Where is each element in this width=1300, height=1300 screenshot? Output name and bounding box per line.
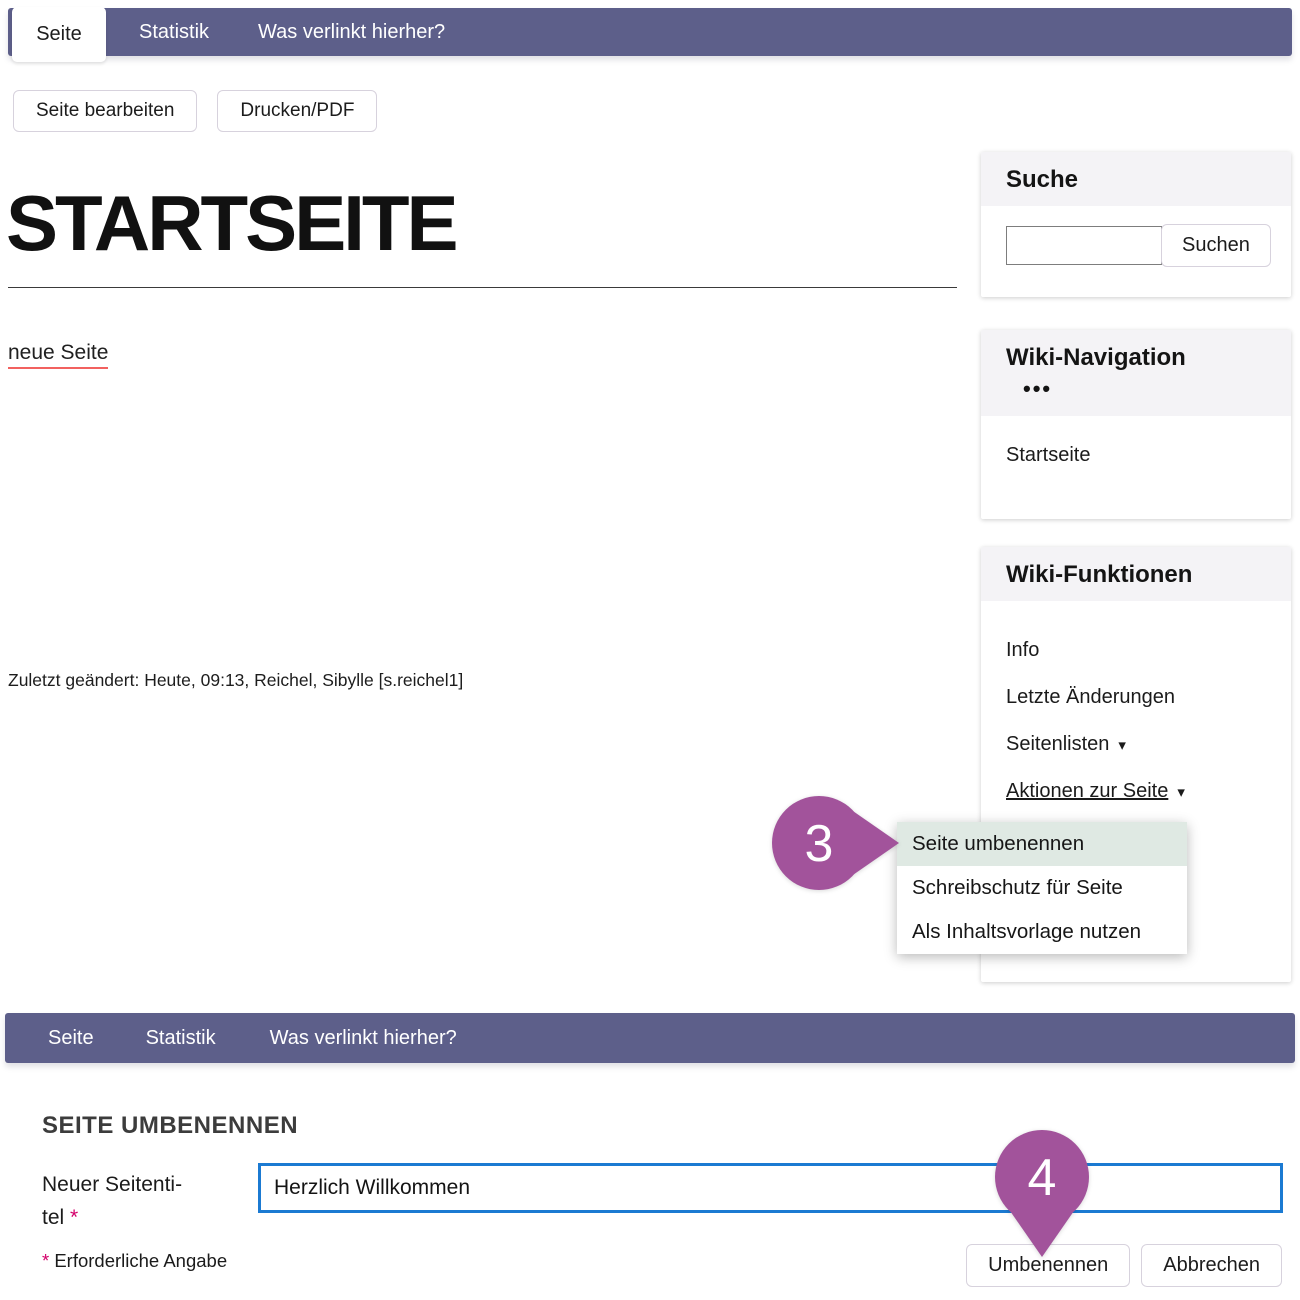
wiki-functions-title: Wiki-Funktionen — [1006, 561, 1291, 589]
func-item-info[interactable]: Info — [1006, 639, 1291, 662]
func-item-label: Letzte Änderungen — [1006, 686, 1175, 709]
func-item-label: Aktionen zur Seite — [1006, 780, 1168, 803]
menu-item-schreibschutz[interactable]: Schreibschutz für Seite — [897, 866, 1187, 910]
required-note: * Erforderliche Angabe — [42, 1250, 227, 1272]
bottom-tab-bar: Seite Statistik Was verlinkt hierher? — [5, 1013, 1295, 1063]
menu-item-inhaltsvorlage[interactable]: Als Inhaltsvorlage nutzen — [897, 910, 1187, 954]
search-input[interactable] — [1006, 226, 1162, 265]
func-item-label: Info — [1006, 639, 1039, 662]
new-title-label-line1: Neuer Seitenti- — [42, 1173, 182, 1196]
func-item-letzte-aenderungen[interactable]: Letzte Änderungen — [1006, 686, 1291, 709]
wiki-navigation-title: Wiki-Navigation — [1006, 344, 1291, 372]
wiki-navigation-box: Wiki-Navigation ••• Startseite — [981, 330, 1291, 519]
menu-item-seite-umbenennen[interactable]: Seite umbenennen — [897, 822, 1187, 866]
func-item-label: Seitenlisten — [1006, 733, 1109, 756]
annotation-step-4: 4 — [994, 1130, 1090, 1260]
annotation-step-4-number: 4 — [1028, 1149, 1057, 1207]
annotation-step-3: 3 — [772, 795, 902, 891]
chevron-down-icon: ▾ — [1177, 783, 1185, 801]
new-title-label-line2: tel — [42, 1206, 64, 1229]
rename-cancel-button[interactable]: Abbrechen — [1141, 1244, 1282, 1287]
tab-was-verlinkt-hierher[interactable]: Was verlinkt hierher? — [258, 21, 445, 44]
print-pdf-button[interactable]: Drucken/PDF — [217, 90, 377, 132]
tab-seite[interactable]: Seite — [12, 7, 106, 62]
func-item-seitenlisten[interactable]: Seitenlisten ▾ — [1006, 733, 1291, 756]
new-title-label: Neuer Seitenti- tel * — [42, 1168, 182, 1234]
wiki-functions-header: Wiki-Funktionen — [981, 547, 1291, 601]
last-changed-text: Zuletzt geändert: Heute, 09:13, Reichel,… — [8, 670, 463, 691]
annotation-step-3-number: 3 — [805, 815, 834, 873]
top-tab-bar: Seite Statistik Was verlinkt hierher? — [8, 8, 1292, 56]
new-page-link[interactable]: neue Seite — [8, 341, 108, 369]
search-box: Suche Suchen — [981, 152, 1291, 297]
required-note-text: Erforderliche Angabe — [54, 1250, 227, 1271]
page-toolbar: Seite bearbeiten Drucken/PDF — [13, 90, 377, 132]
search-box-header: Suche — [981, 152, 1291, 206]
wiki-navigation-header: Wiki-Navigation — [981, 330, 1291, 372]
title-divider — [8, 287, 957, 288]
chevron-down-icon: ▾ — [1118, 736, 1126, 754]
nav-item-startseite[interactable]: Startseite — [1006, 444, 1090, 466]
page-actions-menu: Seite umbenennen Schreibschutz für Seite… — [897, 822, 1187, 954]
edit-page-button[interactable]: Seite bearbeiten — [13, 90, 197, 132]
wiki-page: Seite Statistik Was verlinkt hierher? Se… — [0, 0, 1300, 1300]
required-asterisk: * — [42, 1250, 49, 1271]
search-box-title: Suche — [1006, 166, 1291, 194]
rename-section-heading: SEITE UMBENENNEN — [42, 1112, 298, 1140]
tab-statistik[interactable]: Statistik — [139, 21, 209, 44]
search-button[interactable]: Suchen — [1161, 224, 1271, 267]
func-item-aktionen-zur-seite[interactable]: Aktionen zur Seite ▾ — [1006, 780, 1291, 803]
tab-was-verlinkt-hierher-2[interactable]: Was verlinkt hierher? — [270, 1027, 457, 1050]
page-title: STARTSEITE — [6, 178, 456, 269]
new-title-input[interactable] — [258, 1163, 1283, 1213]
required-asterisk: * — [70, 1206, 78, 1229]
tab-statistik-2[interactable]: Statistik — [146, 1027, 216, 1050]
ellipsis-icon[interactable]: ••• — [981, 372, 1291, 416]
tab-seite-2[interactable]: Seite — [48, 1027, 94, 1050]
